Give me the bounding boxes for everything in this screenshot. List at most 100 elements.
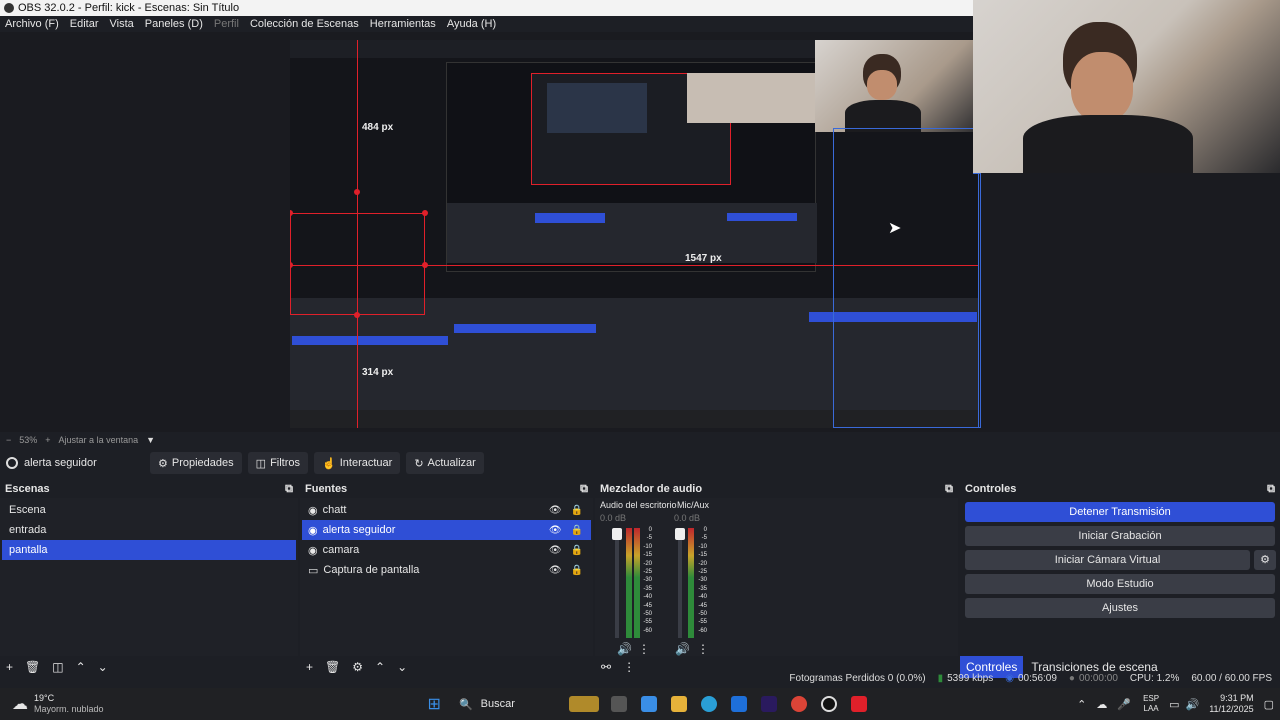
level-meter-mic: [688, 528, 694, 638]
dock-float-icon[interactable]: ⧉: [580, 483, 588, 496]
stream-icon: ◉: [1005, 672, 1014, 684]
window-title-bar: OBS 32.0.2 - Perfil: kick - Escenas: Sin…: [0, 0, 973, 16]
scenes-title: Escenas: [5, 483, 50, 495]
start-virtual-camera-button[interactable]: Iniciar Cámara Virtual ⚙: [965, 550, 1276, 570]
menu-scene-collection[interactable]: Colección de Escenas: [250, 18, 359, 30]
menu-tools[interactable]: Herramientas: [370, 18, 436, 30]
lock-icon[interactable]: 🔒: [571, 565, 583, 576]
dock-float-icon[interactable]: ⧉: [285, 483, 293, 496]
premiere-icon[interactable]: [760, 696, 777, 712]
menu-help[interactable]: Ayuda (H): [447, 18, 496, 30]
language-indicator[interactable]: ESP LAA: [1143, 694, 1159, 714]
speaker-icon[interactable]: 🔊: [675, 642, 690, 656]
gear-icon[interactable]: ⚙: [1254, 550, 1276, 570]
dock-float-icon[interactable]: ⧉: [1267, 483, 1275, 496]
refresh-button[interactable]: ↻ Actualizar: [406, 452, 484, 474]
zoom-dropdown-icon[interactable]: ▼: [146, 435, 155, 445]
file-explorer-icon[interactable]: [670, 696, 687, 712]
zoom-in-button[interactable]: +: [45, 435, 50, 445]
volume-slider-desktop[interactable]: [615, 528, 619, 638]
zoom-out-button[interactable]: −: [6, 435, 11, 445]
tray-arrow-icon[interactable]: ⌃: [1077, 698, 1086, 711]
menu-file[interactable]: Archivo (F): [5, 18, 59, 30]
menu-edit[interactable]: Editar: [70, 18, 99, 30]
more-options-icon[interactable]: ⋮: [697, 642, 709, 656]
source-item[interactable]: ◉ camara 👁 🔒: [302, 540, 591, 560]
source-item[interactable]: ▭ Captura de pantalla 👁 🔒: [302, 560, 591, 580]
weather-widget[interactable]: 19°C Mayorm. nublado: [34, 693, 104, 715]
menu-profile[interactable]: Perfil: [214, 18, 239, 30]
more-options-icon[interactable]: ⋮: [638, 642, 650, 656]
display-tray-icon[interactable]: ▭: [1169, 698, 1179, 711]
menu-view[interactable]: Vista: [110, 18, 134, 30]
volume-slider-mic[interactable]: [678, 528, 682, 638]
network-tray-icon[interactable]: ☁: [1096, 698, 1107, 711]
eye-icon[interactable]: 👁: [549, 505, 562, 516]
filter-icon: ◫: [255, 457, 267, 470]
dropped-frames: Fotogramas Perdidos 0 (0.0%): [789, 672, 926, 684]
filters-button[interactable]: ◫ Filtros: [247, 452, 309, 474]
eye-icon[interactable]: 👁: [549, 545, 562, 556]
resize-handle[interactable]: [354, 189, 360, 195]
start-recording-button[interactable]: Iniciar Grabación: [965, 526, 1275, 546]
volume-knob-desktop[interactable]: [612, 528, 622, 540]
studio-mode-button[interactable]: Modo Estudio: [965, 574, 1275, 594]
chrome-icon[interactable]: [790, 696, 807, 712]
speaker-icon[interactable]: 🔊: [617, 642, 632, 656]
edge-icon[interactable]: [700, 696, 717, 712]
sources-dock: Fuentes ⧉ ◉ chatt 👁 🔒 ◉ alerta seguidor 👁 🔒 ◉…: [300, 480, 593, 678]
start-menu-icon[interactable]: ⊞: [428, 694, 441, 714]
audio-mixer-dock: Mezclador de audio ⧉ Audio del escritorio…: [595, 480, 958, 678]
dock-float-icon[interactable]: ⧉: [945, 483, 953, 496]
search-box[interactable]: 🔍 Buscar: [451, 692, 561, 716]
notifications-icon[interactable]: ▢: [1264, 698, 1274, 711]
mixer-title: Mezclador de audio: [600, 483, 703, 495]
nested-webcam: [815, 40, 979, 132]
search-icon: 🔍: [458, 698, 473, 711]
fit-window-label[interactable]: Ajustar a la ventana: [59, 435, 139, 445]
interact-button[interactable]: ☝ Interactuar: [314, 452, 401, 474]
properties-button[interactable]: ⚙ Propiedades: [150, 452, 242, 474]
selection-box[interactable]: [290, 213, 425, 315]
copilot-icon[interactable]: [640, 696, 657, 712]
stop-streaming-button[interactable]: Detener Transmisión: [965, 502, 1275, 522]
meter-scale: 0 -5 -10 -15 -20 -25 -30 -35 -40 -45 -50 -55 -60: [643, 527, 652, 634]
lock-icon[interactable]: 🔒: [571, 545, 583, 556]
obs-icon[interactable]: [820, 696, 837, 712]
clock[interactable]: 9:31 PM 11/12/2025: [1209, 693, 1253, 715]
level-meter-desktop: [626, 528, 632, 638]
preview-canvas[interactable]: 484 px 314 px 1547 px ➤: [290, 40, 979, 428]
scene-item[interactable]: Escena: [2, 500, 296, 520]
eye-icon[interactable]: 👁: [549, 565, 562, 576]
volume-tray-icon[interactable]: 🔊: [1186, 698, 1200, 711]
nested-menubar: [290, 40, 815, 58]
source-item-selected[interactable]: ◉ alerta seguidor 👁 🔒: [302, 520, 591, 540]
controls-title: Controles: [965, 483, 1017, 495]
mic-tray-icon[interactable]: 🎤: [1117, 698, 1131, 711]
settings-button[interactable]: Ajustes: [965, 598, 1275, 618]
music-app-icon[interactable]: [850, 696, 867, 712]
source-item[interactable]: ◉ chatt 👁 🔒: [302, 500, 591, 520]
scene-item[interactable]: entrada: [2, 520, 296, 540]
weather-icon[interactable]: ☁: [12, 694, 28, 714]
eye-icon[interactable]: 👁: [549, 525, 562, 536]
browser-icon: ◉: [308, 524, 318, 537]
widget-app-icon[interactable]: [568, 696, 599, 712]
task-view-icon[interactable]: [610, 696, 627, 712]
lock-icon[interactable]: 🔒: [571, 505, 583, 516]
distance-label-bottom: 314 px: [362, 367, 394, 378]
volume-knob-mic[interactable]: [675, 528, 685, 540]
lock-icon[interactable]: 🔒: [571, 525, 583, 536]
controls-dock: Controles ⧉ Detener Transmisión Iniciar G…: [960, 480, 1280, 678]
scenes-dock: Escenas ⧉ Escena entrada pantalla + 🗑 ◫ ⌃…: [0, 480, 298, 678]
menu-docks[interactable]: Paneles (D): [145, 18, 203, 30]
webcam-overlay: [973, 0, 1280, 173]
windows-taskbar: ☁ 19°C Mayorm. nublado ⊞ 🔍 Buscar ⌃ ☁ 🎤 …: [0, 688, 1280, 720]
channel-name-mic: Mic/Aux: [677, 500, 710, 510]
browser-icon: ◉: [308, 544, 318, 557]
cpu-usage: CPU: 1.2%: [1129, 672, 1180, 684]
source-toolbar: alerta seguidor ⚙ Propiedades ◫ Filtros ☝ I…: [0, 450, 1280, 476]
scene-item-selected[interactable]: pantalla: [2, 540, 296, 560]
sources-title: Fuentes: [305, 483, 348, 495]
store-icon[interactable]: [730, 696, 747, 712]
